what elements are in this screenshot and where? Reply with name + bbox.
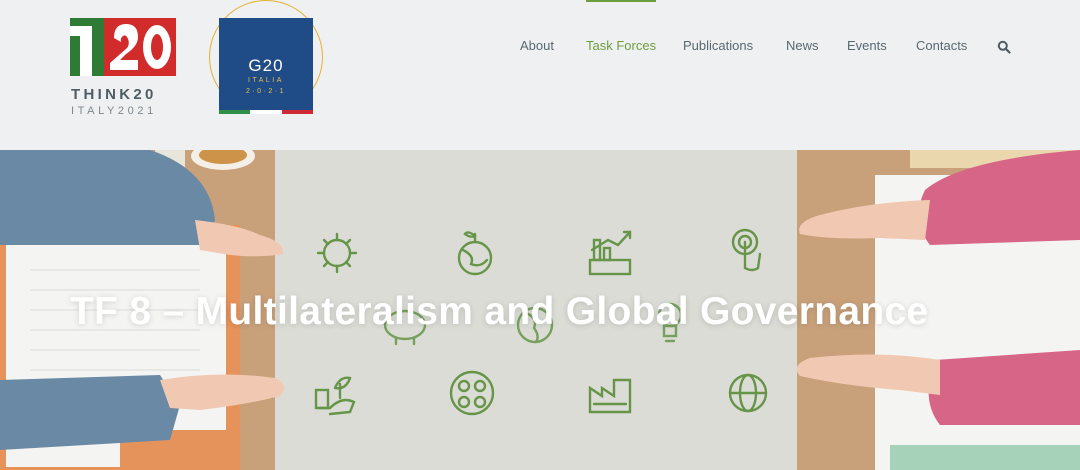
nav-about[interactable]: About xyxy=(520,38,554,53)
search-icon[interactable] xyxy=(997,40,1011,54)
hero-banner: TF 8 – Multilateralism and Global Govern… xyxy=(0,150,1080,470)
nav-events[interactable]: Events xyxy=(847,38,887,53)
g20-logo-title: G20 xyxy=(248,56,284,75)
g20-logo-year: 2·0·2·1 xyxy=(245,88,287,95)
g20-logo[interactable]: G20 ITALIA 2·0·2·1 xyxy=(207,0,325,118)
nav-publications[interactable]: Publications xyxy=(683,38,753,53)
t20-logo[interactable]: THINK20 ITALY2021 xyxy=(70,18,180,118)
nav-news[interactable]: News xyxy=(786,38,819,53)
t20-wordmark: THINK20 xyxy=(71,86,157,103)
nav-task-forces[interactable]: Task Forces xyxy=(586,38,656,53)
site-header: THINK20 ITALY2021 G20 ITALIA 2·0·2·1 Abo… xyxy=(0,0,1080,150)
active-nav-indicator xyxy=(586,0,656,2)
hero-title: TF 8 – Multilateralism and Global Govern… xyxy=(70,290,929,333)
t20-subtitle: ITALY2021 xyxy=(71,105,157,117)
g20-logo-country: ITALIA xyxy=(248,77,284,84)
italian-flag-stripe xyxy=(219,110,313,114)
g20-logo-box: G20 ITALIA 2·0·2·1 xyxy=(219,18,313,114)
nav-contacts[interactable]: Contacts xyxy=(916,38,967,53)
t20-logo-mark xyxy=(70,18,176,76)
